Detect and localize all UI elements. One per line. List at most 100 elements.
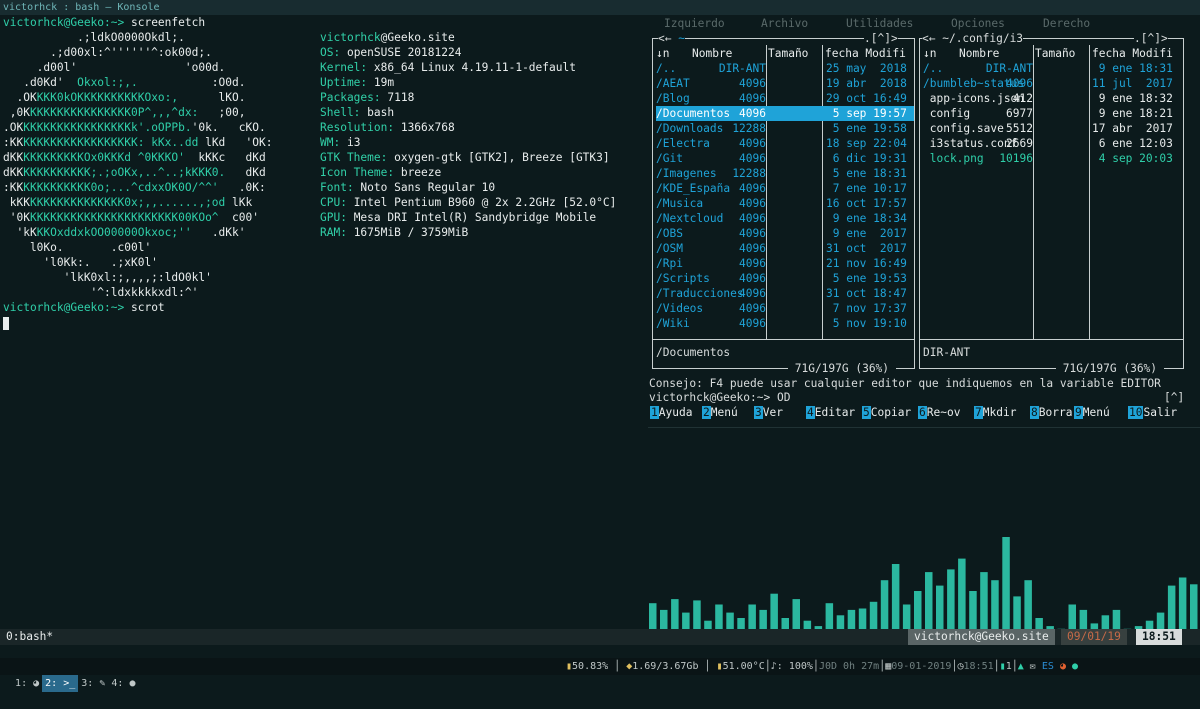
file-row[interactable]: /..DIR-ANT 9 ene 18:31 [923,61,1181,76]
battery-value: 50.83% [572,661,608,672]
right-panel-path[interactable]: <← ~/.config/i3 [922,31,1023,46]
file-row[interactable]: /KDE_España4096 7 ene 10:17 [656,181,914,196]
file-row[interactable]: config.save551217 abr 2017 [923,121,1181,136]
ascii-art-line: .;ldkO0000Okdl;. [3,30,185,45]
file-row[interactable]: config6977 9 ene 18:21 [923,106,1181,121]
ascii-art-line: .;d00xl:^''''''^:ok00d;. [3,45,212,60]
file-row[interactable]: /bumbleb~status409611 jul 2017 [923,76,1181,91]
visualizer-bar [715,605,723,630]
tray-app-icon[interactable]: ● [1072,661,1078,672]
file-row[interactable]: /Rpi409621 nov 16:49 [656,256,914,271]
workspace-4[interactable]: 4: ● [108,675,138,692]
fkey-5[interactable]: 5Copiar [862,405,911,420]
visualizer-bar [925,572,933,629]
file-row[interactable]: /AEAT409619 abr 2018 [656,76,914,91]
chat-tray-icon[interactable]: ✉ [1024,661,1036,672]
file-row[interactable]: /OSM409631 oct 2017 [656,241,914,256]
file-row[interactable]: /Downloads12288 5 ene 19:58 [656,121,914,136]
column-header[interactable]: Tamaño [768,46,808,61]
left-terminal[interactable]: victorhck@Geeko:~> screenfetch .;ldkO000… [0,15,645,629]
left-disk: 71G/197G (36%) [788,361,896,376]
file-row[interactable]: /Documentos4096 5 sep 19:57 [656,106,914,121]
column-header[interactable]: fecha Modifi [1092,46,1173,61]
fkey-1[interactable]: 1Ayuda [650,405,692,420]
mc-menu-archivo[interactable]: Archivo [761,16,808,31]
file-row[interactable]: lock.png10196 4 sep 20:03 [923,151,1181,166]
fkey-10[interactable]: 10Salir [1128,405,1177,420]
visualizer-bar [748,605,756,630]
tmux-window[interactable]: 0:bash* [0,629,59,645]
audio-visualizer [648,510,1200,629]
visualizer-bar [1168,586,1176,629]
visualizer-bar [660,610,668,629]
mc-menu-derecho[interactable]: Derecho [1043,16,1090,31]
right-path: ~/.config/i3 [942,32,1023,45]
file-row[interactable]: i3status.conf2669 6 ene 12:03 [923,136,1181,151]
fkey-6[interactable]: 6Re~ov [918,405,960,420]
file-row[interactable]: app-icons.json412 9 ene 18:32 [923,91,1181,106]
file-row[interactable]: /Electra409618 sep 22:04 [656,136,914,151]
column-header[interactable]: ↓n [923,46,936,61]
right-status: DIR-ANT [923,345,970,360]
updates-count: 1 [1006,661,1012,672]
firefox-tray-icon[interactable]: ◕ [1060,661,1066,672]
workspace-1[interactable]: 1: ◕ [12,675,42,692]
visualizer-bar [991,580,999,629]
visualizer-bar [980,572,988,629]
fkey-4[interactable]: 4Editar [806,405,855,420]
fkey-2[interactable]: 2Menú [702,405,738,420]
file-row[interactable]: /Nextcloud4096 9 ene 18:34 [656,211,914,226]
file-row[interactable]: /Wiki4096 5 nov 19:10 [656,316,914,331]
user-host: victorhck@Geeko.site [320,30,455,45]
chat-icon: ● [129,678,135,689]
file-row[interactable]: /Imagenes12288 5 ene 18:31 [656,166,914,181]
mc-menu-opciones[interactable]: Opciones [951,16,1005,31]
fkey-7[interactable]: 7Mkdir [974,405,1016,420]
visualizer-bar [1069,605,1077,630]
column-header[interactable]: Tamaño [1035,46,1075,61]
mc-prompt[interactable]: victorhck@Geeko:~> OD [649,390,790,405]
file-row[interactable]: /OBS4096 9 ene 2017 [656,226,914,241]
visualizer-bar [837,615,845,629]
info-line: Font: Noto Sans Regular 10 [320,180,495,195]
column-header[interactable]: Nombre [692,46,732,61]
file-row[interactable]: /..DIR-ANT25 may 2018 [656,61,914,76]
fetch-host: @Geeko.site [381,31,455,44]
visualizer-bar [870,602,878,629]
text-cursor [3,317,9,330]
left-panel-path[interactable]: <← ~ [658,31,685,46]
visualizer-bar [903,605,911,630]
file-row[interactable]: /Scripts4096 5 ene 19:53 [656,271,914,286]
workspace-2[interactable]: 2: >_ [42,675,78,692]
firefox-icon: ◕ [33,678,39,689]
visualizer-bar [848,610,856,629]
mc-menu-izquierdo[interactable]: Izquierdo [664,16,725,31]
file-row[interactable]: /Traducciones409631 oct 18:47 [656,286,914,301]
visualizer-bar [793,599,801,629]
fkey-3[interactable]: 3Ver [754,405,783,420]
right-panel-corner[interactable]: .[^]> [1134,31,1168,46]
visualizer-bar [1157,613,1165,629]
workspace-3[interactable]: 3: ✎ [78,675,108,692]
info-line: Packages: 7118 [320,90,414,105]
visualizer-bar [671,599,679,629]
keyboard-layout[interactable]: ES [1042,661,1054,672]
hint-corner[interactable]: [^] [1164,390,1184,405]
fetch-user: victorhck [320,31,381,44]
fkey-8[interactable]: 8Borrar [1030,405,1079,420]
visualizer-bar [782,618,790,629]
file-row[interactable]: /Musica409616 oct 17:57 [656,196,914,211]
midnight-commander[interactable]: Izquierdo Archivo Utilidades Opciones Derech… [648,15,1200,629]
fkey-9[interactable]: 9Menú [1074,405,1110,420]
column-header[interactable]: ↓n [656,46,669,61]
column-header[interactable]: Nombre [959,46,999,61]
clock-value: 18:51 [964,661,994,672]
left-panel-corner[interactable]: .[^]> [864,31,898,46]
mc-menu-utilidades[interactable]: Utilidades [846,16,913,31]
file-row[interactable]: /Blog409629 oct 16:49 [656,91,914,106]
ascii-art-line: 'lkK0xl:;,,,,;:ldO0kl' [3,270,212,285]
file-row[interactable]: /Videos4096 7 nov 17:37 [656,301,914,316]
column-header[interactable]: fecha Modifi [825,46,906,61]
visualizer-bar [826,603,834,629]
file-row[interactable]: /Git4096 6 dic 19:31 [656,151,914,166]
